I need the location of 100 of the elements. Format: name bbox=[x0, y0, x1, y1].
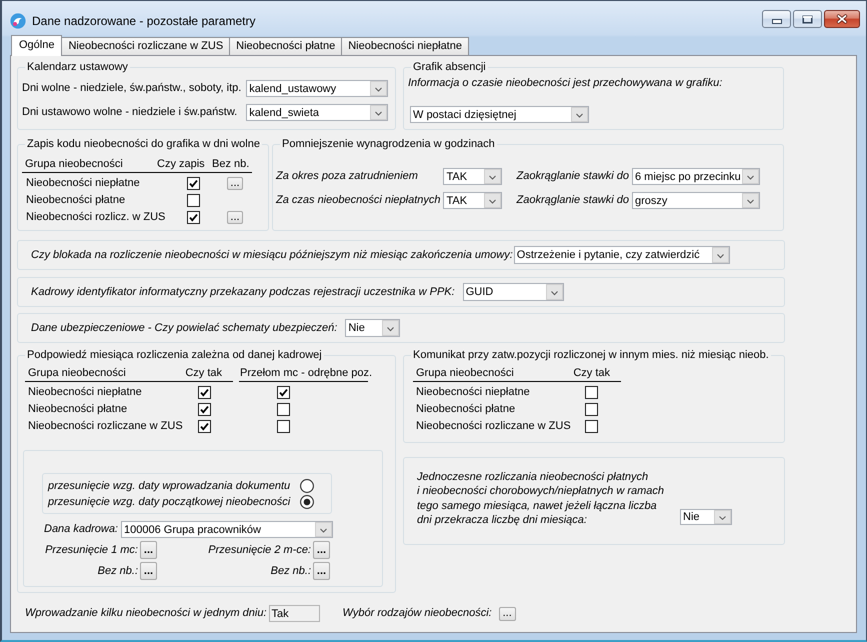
dropdown[interactable]: Ostrzeżenie i pytanie, czy zatwierdzić bbox=[514, 246, 730, 264]
text-field[interactable]: Tak bbox=[268, 605, 320, 622]
radio-button[interactable] bbox=[300, 495, 314, 509]
group-title: Kalendarz ustawowy bbox=[27, 61, 128, 73]
dropdown[interactable]: Nie bbox=[345, 319, 400, 337]
checkbox[interactable] bbox=[585, 386, 598, 399]
chevron-down-icon[interactable] bbox=[571, 107, 588, 122]
chevron-down-icon[interactable] bbox=[370, 81, 388, 96]
field-label: Za okres poza zatrudnieniem bbox=[276, 170, 418, 183]
chevron-down-icon[interactable] bbox=[742, 169, 759, 184]
group-title: Pomniejszenie wynagrodzenia w godzinach bbox=[282, 138, 495, 150]
field-label: Dana kadrowa: bbox=[44, 523, 118, 536]
minimize-button[interactable] bbox=[762, 10, 791, 28]
group-title: Grafik absencji bbox=[413, 61, 486, 73]
field-label: Zaokrąglanie stawki do bbox=[516, 170, 629, 183]
checkbox[interactable] bbox=[198, 403, 211, 416]
group-title: Podpowiedź miesiąca rozliczenia zależna od danej kadrowej bbox=[27, 349, 322, 361]
checkbox[interactable] bbox=[187, 177, 200, 190]
dropdown[interactable]: 6 miejsc po przecinku bbox=[632, 168, 760, 185]
setting-label: Kadrowy identyfikator informatyczny przekazany podczas rejestracji uczestnika w PPK: bbox=[31, 286, 455, 298]
field-label: Bez nb.: bbox=[98, 564, 138, 578]
browse-button[interactable]: ... bbox=[313, 541, 330, 559]
close-button[interactable] bbox=[824, 10, 860, 28]
checkbox[interactable] bbox=[277, 403, 290, 416]
radio-button[interactable] bbox=[300, 479, 314, 493]
dropdown[interactable]: GUID bbox=[462, 283, 564, 301]
checkbox[interactable] bbox=[198, 420, 211, 433]
dropdown[interactable]: 100006 Grupa pracowników bbox=[121, 521, 333, 538]
dropdown[interactable]: kalend_swieta bbox=[246, 104, 388, 121]
dropdown[interactable]: W postaci dzięsiętnej bbox=[410, 106, 589, 123]
chevron-down-icon[interactable] bbox=[315, 522, 332, 537]
row-label: Nieobecności rozlicz. w ZUS bbox=[26, 211, 166, 224]
browse-button[interactable]: ... bbox=[227, 177, 243, 190]
field-label: Bez nb.: bbox=[270, 564, 311, 578]
column-header: Grupa nieobecności bbox=[416, 367, 514, 380]
row-label: Nieobecności płatne bbox=[26, 194, 126, 207]
group-title: Zapis kodu nieobecności do grafika w dni wolne bbox=[27, 138, 260, 150]
checkbox[interactable] bbox=[187, 194, 200, 207]
row-label: Nieobecności niepłatne bbox=[28, 386, 143, 399]
field-label: Dni wolne - niedziele, św.państw., soboty, itp. bbox=[22, 82, 242, 95]
group-title: Komunikat przy zatw.pozycji rozliczonej w innym mies. niż miesiąc nieob. bbox=[413, 349, 769, 361]
field-label: Przesunięcie 2 m-ce: bbox=[208, 544, 311, 556]
dropdown[interactable]: kalend_ustawowy bbox=[246, 80, 388, 97]
chevron-down-icon[interactable] bbox=[382, 320, 400, 336]
window-title: Dane nadzorowane - pozostałe parametry bbox=[32, 13, 256, 29]
option-label: przesunięcie wzg. daty wprowadzania dokumentu bbox=[48, 479, 290, 493]
field-label: Przesunięcie 1 mc: bbox=[45, 544, 138, 556]
browse-button[interactable]: ... bbox=[140, 562, 157, 580]
column-header: Czy tak bbox=[185, 367, 222, 380]
column-header: Czy tak bbox=[573, 367, 610, 380]
tab[interactable]: Nieobecności płatne bbox=[229, 37, 342, 55]
browse-button[interactable]: ... bbox=[313, 562, 330, 580]
dropdown[interactable]: TAK bbox=[443, 192, 502, 209]
dropdown[interactable]: groszy bbox=[632, 192, 760, 209]
tab[interactable]: Nieobecności rozliczane w ZUS bbox=[61, 37, 230, 55]
field-label: Wprowadzanie kilku nieobecności w jednym dniu: bbox=[25, 607, 267, 620]
field-label: Wybór rodzajów nieobecności: bbox=[342, 607, 492, 620]
dropdown[interactable]: TAK bbox=[443, 168, 502, 185]
app-icon bbox=[10, 13, 26, 29]
field-label: Za czas nieobecności niepłatnych bbox=[276, 194, 440, 207]
row-label: Nieobecności płatne bbox=[416, 403, 516, 416]
option-label: przesunięcie wzg. daty początkowej nieobecności bbox=[48, 495, 290, 509]
field-label: Dni ustawowo wolne - niedziele i św.państw. bbox=[22, 106, 238, 119]
dropdown[interactable]: Nie bbox=[680, 509, 732, 526]
checkbox[interactable] bbox=[277, 386, 290, 399]
maximize-icon bbox=[802, 14, 813, 24]
field-label: Informacja o czasie nieobecności jest przechowywana w grafiku: bbox=[408, 77, 722, 90]
column-header: Grupa nieobecności bbox=[25, 158, 124, 171]
chevron-down-icon[interactable] bbox=[370, 105, 388, 120]
chevron-down-icon[interactable] bbox=[714, 510, 731, 524]
row-label: Nieobecności niepłatne bbox=[416, 386, 531, 399]
column-header: Grupa nieobecności bbox=[28, 367, 126, 380]
browse-button[interactable]: ... bbox=[227, 211, 243, 224]
chevron-down-icon[interactable] bbox=[742, 193, 759, 208]
setting-label: Czy blokada na rozliczenie nieobecności w miesiącu późniejszym niż miesiąc zakończenia umowy: bbox=[31, 248, 513, 262]
chevron-down-icon[interactable] bbox=[484, 193, 502, 208]
chevron-down-icon[interactable] bbox=[546, 284, 563, 300]
row-label: Nieobecności niepłatne bbox=[26, 177, 141, 190]
checkbox[interactable] bbox=[187, 211, 200, 224]
checkbox[interactable] bbox=[585, 403, 598, 416]
field-label: Zaokrąglanie stawki do bbox=[516, 194, 629, 207]
tab[interactable]: Ogólne bbox=[11, 35, 62, 56]
tab[interactable]: Nieobecności niepłatne bbox=[341, 37, 469, 55]
chevron-down-icon[interactable] bbox=[484, 169, 502, 184]
setting-label: Dane ubezpieczeniowe - Czy powielać schematy ubezpieczeń: bbox=[31, 322, 338, 334]
checkbox[interactable] bbox=[277, 420, 290, 433]
column-header: Czy zapis bbox=[157, 158, 206, 171]
browse-button[interactable]: ... bbox=[140, 541, 157, 559]
minimize-icon bbox=[772, 19, 782, 24]
column-header: Przełom mc - odrębne poz. bbox=[240, 367, 372, 380]
browse-button[interactable]: ... bbox=[498, 606, 516, 620]
checkbox[interactable] bbox=[198, 386, 211, 399]
chevron-down-icon[interactable] bbox=[712, 247, 729, 263]
row-label: Nieobecności płatne bbox=[28, 403, 128, 416]
checkbox[interactable] bbox=[585, 420, 598, 433]
close-icon bbox=[836, 14, 848, 24]
maximize-button[interactable] bbox=[793, 10, 822, 28]
row-label: Nieobecności rozliczane w ZUS bbox=[416, 420, 572, 433]
row-label: Nieobecności rozliczane w ZUS bbox=[28, 420, 184, 433]
setting-text: Jednoczesne rozliczania nieobecności płatnych i nieobecności chorobowych/niepłatnych w ramach tego samego miesiąca, nawet jeżeli łączna liczba dni przekracza liczbę dni miesiąca: bbox=[417, 470, 666, 528]
